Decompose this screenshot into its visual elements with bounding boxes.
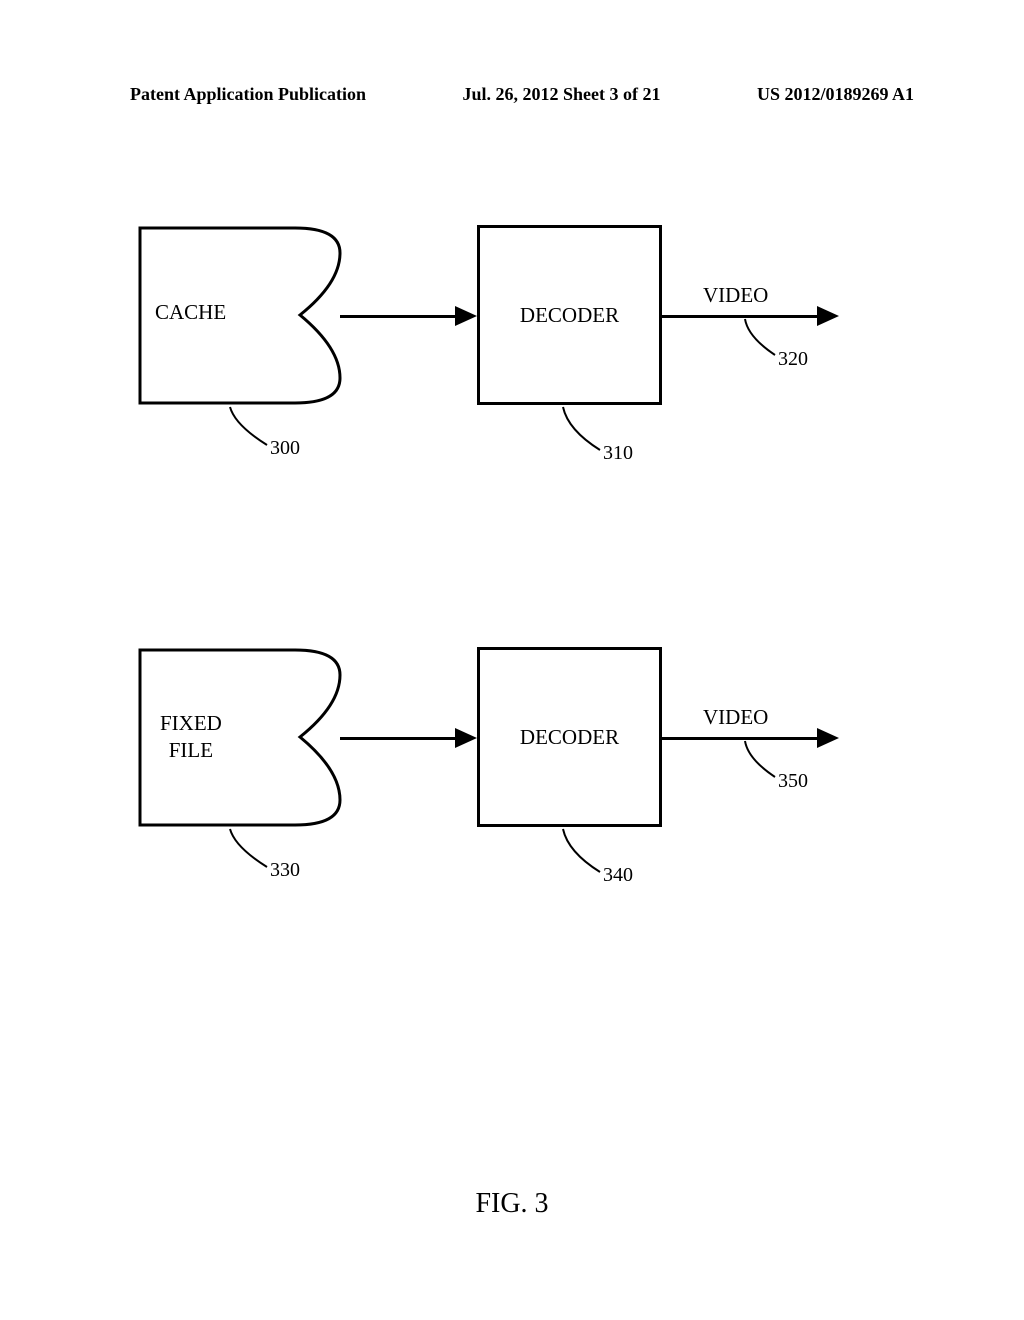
arrow-cache-to-decoder	[340, 315, 460, 318]
fixed-file-label: FIXED FILE	[160, 710, 222, 765]
decoder-box-2: DECODER	[477, 647, 662, 827]
decoder-box-1: DECODER	[477, 225, 662, 405]
video-label-1: VIDEO	[703, 283, 768, 308]
page-header: Patent Application Publication Jul. 26, …	[0, 0, 1024, 105]
arrow-head-2	[817, 306, 839, 326]
arrow-head-3	[455, 728, 477, 748]
ref-310: 310	[603, 442, 633, 465]
ref-330: 330	[270, 859, 300, 882]
arrow-file-to-decoder	[340, 737, 460, 740]
arrow-head-1	[455, 306, 477, 326]
ref-line-340	[558, 827, 608, 877]
ref-320: 320	[778, 348, 808, 371]
ref-line-300	[225, 405, 275, 450]
cache-label: CACHE	[155, 300, 226, 325]
ref-line-330	[225, 827, 275, 872]
ref-line-320	[740, 317, 780, 359]
video-label-2: VIDEO	[703, 705, 768, 730]
ref-340: 340	[603, 864, 633, 887]
arrow-head-4	[817, 728, 839, 748]
header-center: Jul. 26, 2012 Sheet 3 of 21	[463, 84, 661, 105]
diagram-area: CACHE DECODER VIDEO 300 310 320 FIXED FI…	[0, 105, 1024, 1105]
ref-line-350	[740, 739, 780, 781]
header-right: US 2012/0189269 A1	[757, 84, 914, 105]
header-left: Patent Application Publication	[130, 84, 366, 105]
ref-300: 300	[270, 437, 300, 460]
figure-caption: FIG. 3	[475, 1188, 548, 1220]
ref-350: 350	[778, 770, 808, 793]
ref-line-310	[558, 405, 608, 455]
decoder-label-2: DECODER	[520, 725, 619, 750]
decoder-label-1: DECODER	[520, 303, 619, 328]
